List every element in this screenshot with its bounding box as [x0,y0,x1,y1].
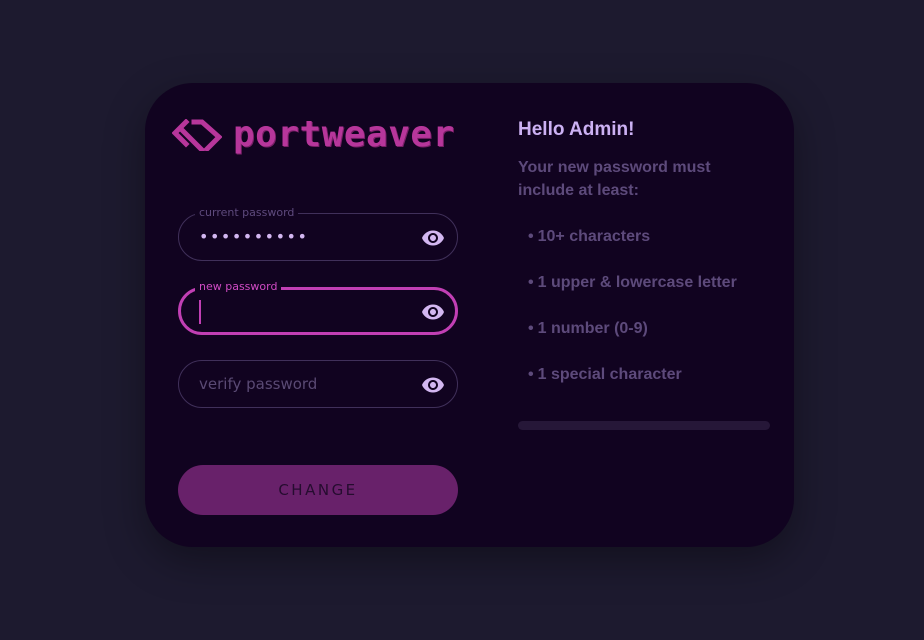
greeting-heading: Hello Admin! [518,119,635,140]
bullet: • [528,366,534,383]
requirement-text: 1 upper & lowercase letter [537,274,737,291]
change-password-card: portweaver current password •••••••••• n… [145,83,794,547]
change-button[interactable]: CHANGE [178,465,458,515]
eye-icon[interactable] [420,300,446,324]
bullet: • [528,274,534,291]
new-password-field[interactable]: new password [178,280,458,335]
requirement-item: • 1 upper & lowercase letter [528,271,737,317]
current-password-field[interactable]: current password •••••••••• [178,206,458,261]
verify-password-field[interactable]: verify password [178,360,458,408]
password-strength-bar [518,421,770,430]
eye-icon[interactable] [420,373,446,397]
eye-icon[interactable] [420,226,446,250]
current-password-label: current password [195,206,299,220]
bullet: • [528,320,534,337]
diamond-chevrons-icon [172,119,222,151]
new-password-label: new password [195,280,282,294]
requirement-text: 1 special character [537,366,682,383]
requirement-item: • 1 number (0-9) [528,317,737,363]
requirement-item: • 1 special character [528,363,737,409]
text-caret [199,300,201,324]
current-password-value: •••••••••• [199,227,309,246]
bullet: • [528,228,534,245]
requirements-list: • 10+ characters • 1 upper & lowercase let… [528,225,737,409]
brand-name: portweaver [233,114,455,155]
brand-logo: portweaver [172,114,455,155]
requirement-item: • 10+ characters [528,225,737,271]
requirements-intro: Your new password must include at least: [518,159,711,199]
requirement-text: 1 number (0-9) [537,320,648,337]
verify-password-placeholder: verify password [199,375,318,393]
requirement-text: 10+ characters [537,228,651,245]
